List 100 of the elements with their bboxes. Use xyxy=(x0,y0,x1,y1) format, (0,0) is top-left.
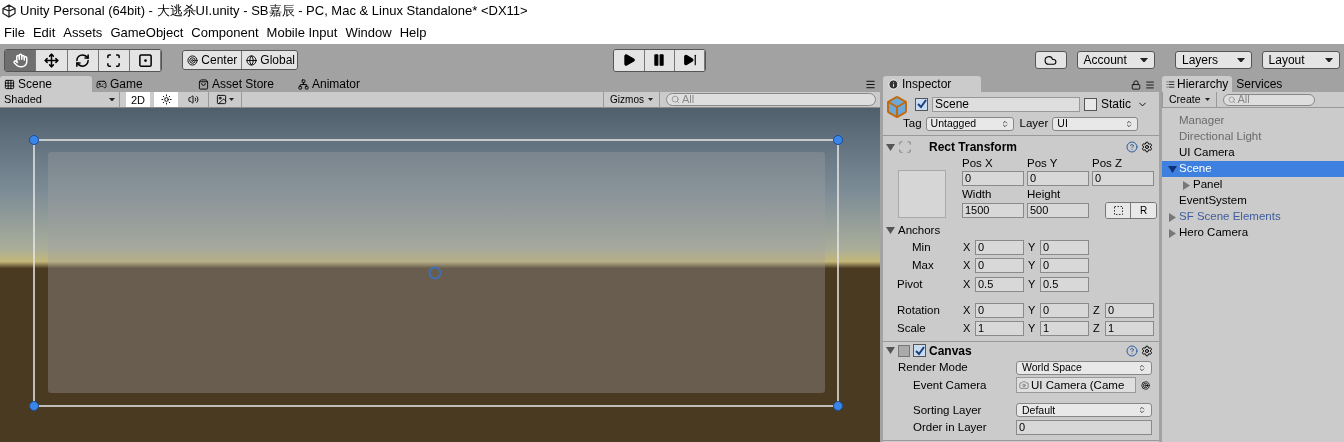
scene-tab[interactable]: Animator xyxy=(294,76,386,92)
menu-item[interactable]: Assets xyxy=(59,23,107,43)
raw-edit-button[interactable]: R xyxy=(1131,203,1156,219)
scale-tool-button[interactable] xyxy=(98,49,131,71)
object-picker-icon[interactable] xyxy=(1141,380,1150,390)
cloud-button[interactable] xyxy=(1035,51,1067,69)
panel-menu-icon[interactable] xyxy=(865,79,876,90)
lock-icon[interactable] xyxy=(1131,80,1141,90)
expanded-triangle-icon[interactable] xyxy=(886,225,895,235)
scene-tab[interactable]: Scene xyxy=(0,76,92,92)
layer-label: Layer xyxy=(1019,116,1049,131)
create-dropdown[interactable]: Create xyxy=(1162,92,1217,107)
object-field[interactable]: UI Camera (Came xyxy=(1016,377,1136,394)
scene-tab[interactable]: Game xyxy=(92,76,184,92)
value-field[interactable]: 0 xyxy=(1016,420,1152,436)
tag-dropdown[interactable]: Untagged xyxy=(925,116,1014,131)
pause-button[interactable] xyxy=(644,49,675,71)
value-field[interactable]: 500 xyxy=(1027,203,1089,219)
hierarchy-item[interactable]: EventSystem xyxy=(1162,193,1344,209)
gizmos-dropdown[interactable]: Gizmos xyxy=(603,92,660,107)
menu-item[interactable]: GameObject xyxy=(106,23,188,43)
rect-tool-button[interactable] xyxy=(130,49,162,71)
search-icon xyxy=(671,95,680,104)
step-button[interactable] xyxy=(674,49,706,71)
axis-label: Y xyxy=(1028,303,1037,318)
account-dropdown[interactable]: Account xyxy=(1076,51,1155,69)
value-field[interactable]: 0 xyxy=(962,171,1024,187)
rect-transform-icon xyxy=(898,140,912,155)
value-field[interactable]: 0 xyxy=(1105,302,1154,318)
move-tool-button[interactable] xyxy=(36,49,68,71)
settings-icon[interactable] xyxy=(1141,141,1153,154)
value-field[interactable]: 0 xyxy=(1040,239,1089,255)
globe-icon xyxy=(246,54,258,66)
effects-dropdown-button[interactable] xyxy=(208,92,242,107)
hierarchy-tab[interactable]: Hierarchy xyxy=(1162,76,1233,92)
menu-item[interactable]: File xyxy=(0,23,29,43)
value-field[interactable]: 0 xyxy=(1040,257,1089,273)
component-title: Rect Transform xyxy=(929,139,1018,157)
layer-dropdown[interactable]: UI xyxy=(1052,116,1139,131)
scene-tab[interactable]: Asset Store xyxy=(194,76,294,92)
value-dropdown[interactable]: Default xyxy=(1016,403,1152,418)
store-icon xyxy=(198,78,209,90)
hierarchy-item[interactable]: SF Scene Elements xyxy=(1162,209,1344,225)
hierarchy-item[interactable]: Hero Camera xyxy=(1162,225,1344,241)
object-name-field[interactable]: Scene xyxy=(932,96,1080,112)
value-field[interactable]: 0 xyxy=(1027,171,1089,187)
collapsed-triangle-icon[interactable] xyxy=(1168,212,1177,222)
value-field[interactable]: 0 xyxy=(1040,302,1089,318)
value-field[interactable]: 1 xyxy=(1105,320,1154,336)
expanded-triangle-icon[interactable] xyxy=(886,142,895,152)
scale-icon xyxy=(106,52,122,68)
value-field[interactable]: 0 xyxy=(975,257,1024,273)
shading-dropdown[interactable]: Shaded xyxy=(0,92,120,107)
pivot-toggle-button[interactable]: Global xyxy=(242,51,298,69)
field-label: Order in Layer xyxy=(913,421,987,433)
settings-icon[interactable] xyxy=(1141,344,1153,357)
inspector-tab[interactable]: Inspector xyxy=(883,76,981,92)
hand-icon xyxy=(12,52,28,68)
2d-toggle[interactable]: 2D xyxy=(126,92,150,107)
hierarchy-item[interactable]: Panel xyxy=(1162,177,1344,193)
lighting-toggle-button[interactable] xyxy=(154,92,178,107)
value-field[interactable]: 0.5 xyxy=(1040,276,1089,292)
rect-gizmo-drawing[interactable] xyxy=(28,134,844,412)
menu-item[interactable]: Mobile Input xyxy=(262,23,342,43)
axis-label: Y xyxy=(1028,321,1037,336)
hierarchy-item[interactable]: Scene xyxy=(1162,161,1344,177)
rotate-tool-button[interactable] xyxy=(67,49,99,71)
hierarchy-tab[interactable]: Services xyxy=(1232,76,1287,92)
value-field[interactable]: 0 xyxy=(975,302,1024,318)
value-dropdown[interactable]: World Space xyxy=(1016,360,1152,375)
collapsed-triangle-icon[interactable] xyxy=(1168,228,1177,238)
tag-label: Tag xyxy=(903,116,922,131)
layout-dropdown[interactable]: Layout xyxy=(1261,51,1340,69)
menu-item[interactable]: Window xyxy=(341,23,396,43)
caret-icon xyxy=(1140,57,1148,63)
axis-label: X xyxy=(963,240,972,255)
menu-item[interactable]: Component xyxy=(187,23,263,43)
checkbox[interactable] xyxy=(915,97,928,111)
value-field[interactable]: 0.5 xyxy=(975,276,1024,292)
menu-item[interactable]: Help xyxy=(395,23,431,43)
value-field[interactable]: 0 xyxy=(975,239,1024,255)
static-label: Static xyxy=(1101,96,1131,113)
hierarchy-item[interactable]: UI Camera xyxy=(1162,145,1344,161)
blueprint-mode-button[interactable] xyxy=(1106,203,1131,219)
play-button[interactable] xyxy=(614,49,645,71)
expanded-triangle-icon[interactable] xyxy=(886,346,895,356)
checkbox[interactable] xyxy=(913,344,926,358)
hand-tool-button[interactable] xyxy=(5,49,37,71)
menu-item[interactable]: Edit xyxy=(28,23,60,43)
checkbox[interactable] xyxy=(1084,97,1097,111)
expanded-triangle-icon[interactable] xyxy=(1168,164,1177,174)
layers-dropdown[interactable]: Layers xyxy=(1175,51,1252,69)
pivot-toggle-button[interactable]: Center xyxy=(183,51,243,69)
collapsed-triangle-icon[interactable] xyxy=(1182,180,1191,190)
value-field[interactable]: 0 xyxy=(1092,171,1154,187)
value-field[interactable]: 1 xyxy=(975,320,1024,336)
field-label: Pos Z xyxy=(1092,156,1124,172)
value-field[interactable]: 1 xyxy=(1040,320,1089,336)
value-field[interactable]: 1500 xyxy=(962,203,1024,219)
axis-label: Z xyxy=(1093,321,1101,336)
